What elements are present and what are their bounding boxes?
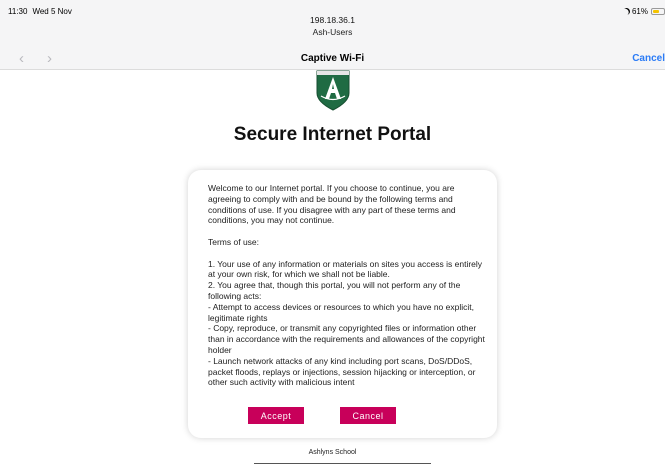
terms-item: 2. You agree that, though this portal, y… (208, 280, 461, 301)
portal-ip-address: 198.18.36.1 (310, 15, 355, 25)
status-bar: 11:30 Wed 5 Nov 61% 198.18.36.1 Ash-Users (0, 0, 665, 48)
terms-scroll-area[interactable]: Welcome to our Internet portal. If you c… (208, 183, 488, 397)
terms-item: - Attempt to access devices or resources… (208, 301, 474, 323)
terms-heading: Terms of use: (208, 236, 260, 247)
nav-cancel-button[interactable]: Cancel (632, 53, 665, 64)
cancel-button[interactable]: Cancel (340, 407, 396, 424)
terms-item: - Launch network attacks of any kind inc… (208, 355, 476, 388)
school-crest-logo (316, 70, 350, 111)
intro-text: Welcome to our Internet portal. If you c… (208, 183, 456, 226)
nav-title: Captive Wi-Fi (300, 53, 365, 64)
page-title: Secure Internet Portal (233, 124, 432, 145)
footer-school-name: Ashlyns School (308, 449, 357, 456)
terms-item: - Copy, reproduce, or transmit any copyr… (208, 323, 485, 355)
network-name: Ash-Users (312, 27, 353, 37)
footer-divider (254, 463, 431, 464)
terms-card: Welcome to our Internet portal. If you c… (188, 170, 497, 438)
accept-button[interactable]: Accept (248, 407, 304, 424)
battery-icon (651, 8, 665, 15)
terms-item: 1. Your use of any information or materi… (208, 258, 483, 280)
navigation-bar: ‹ › Captive Wi-Fi Cancel (0, 48, 665, 70)
battery-fill (653, 10, 660, 13)
